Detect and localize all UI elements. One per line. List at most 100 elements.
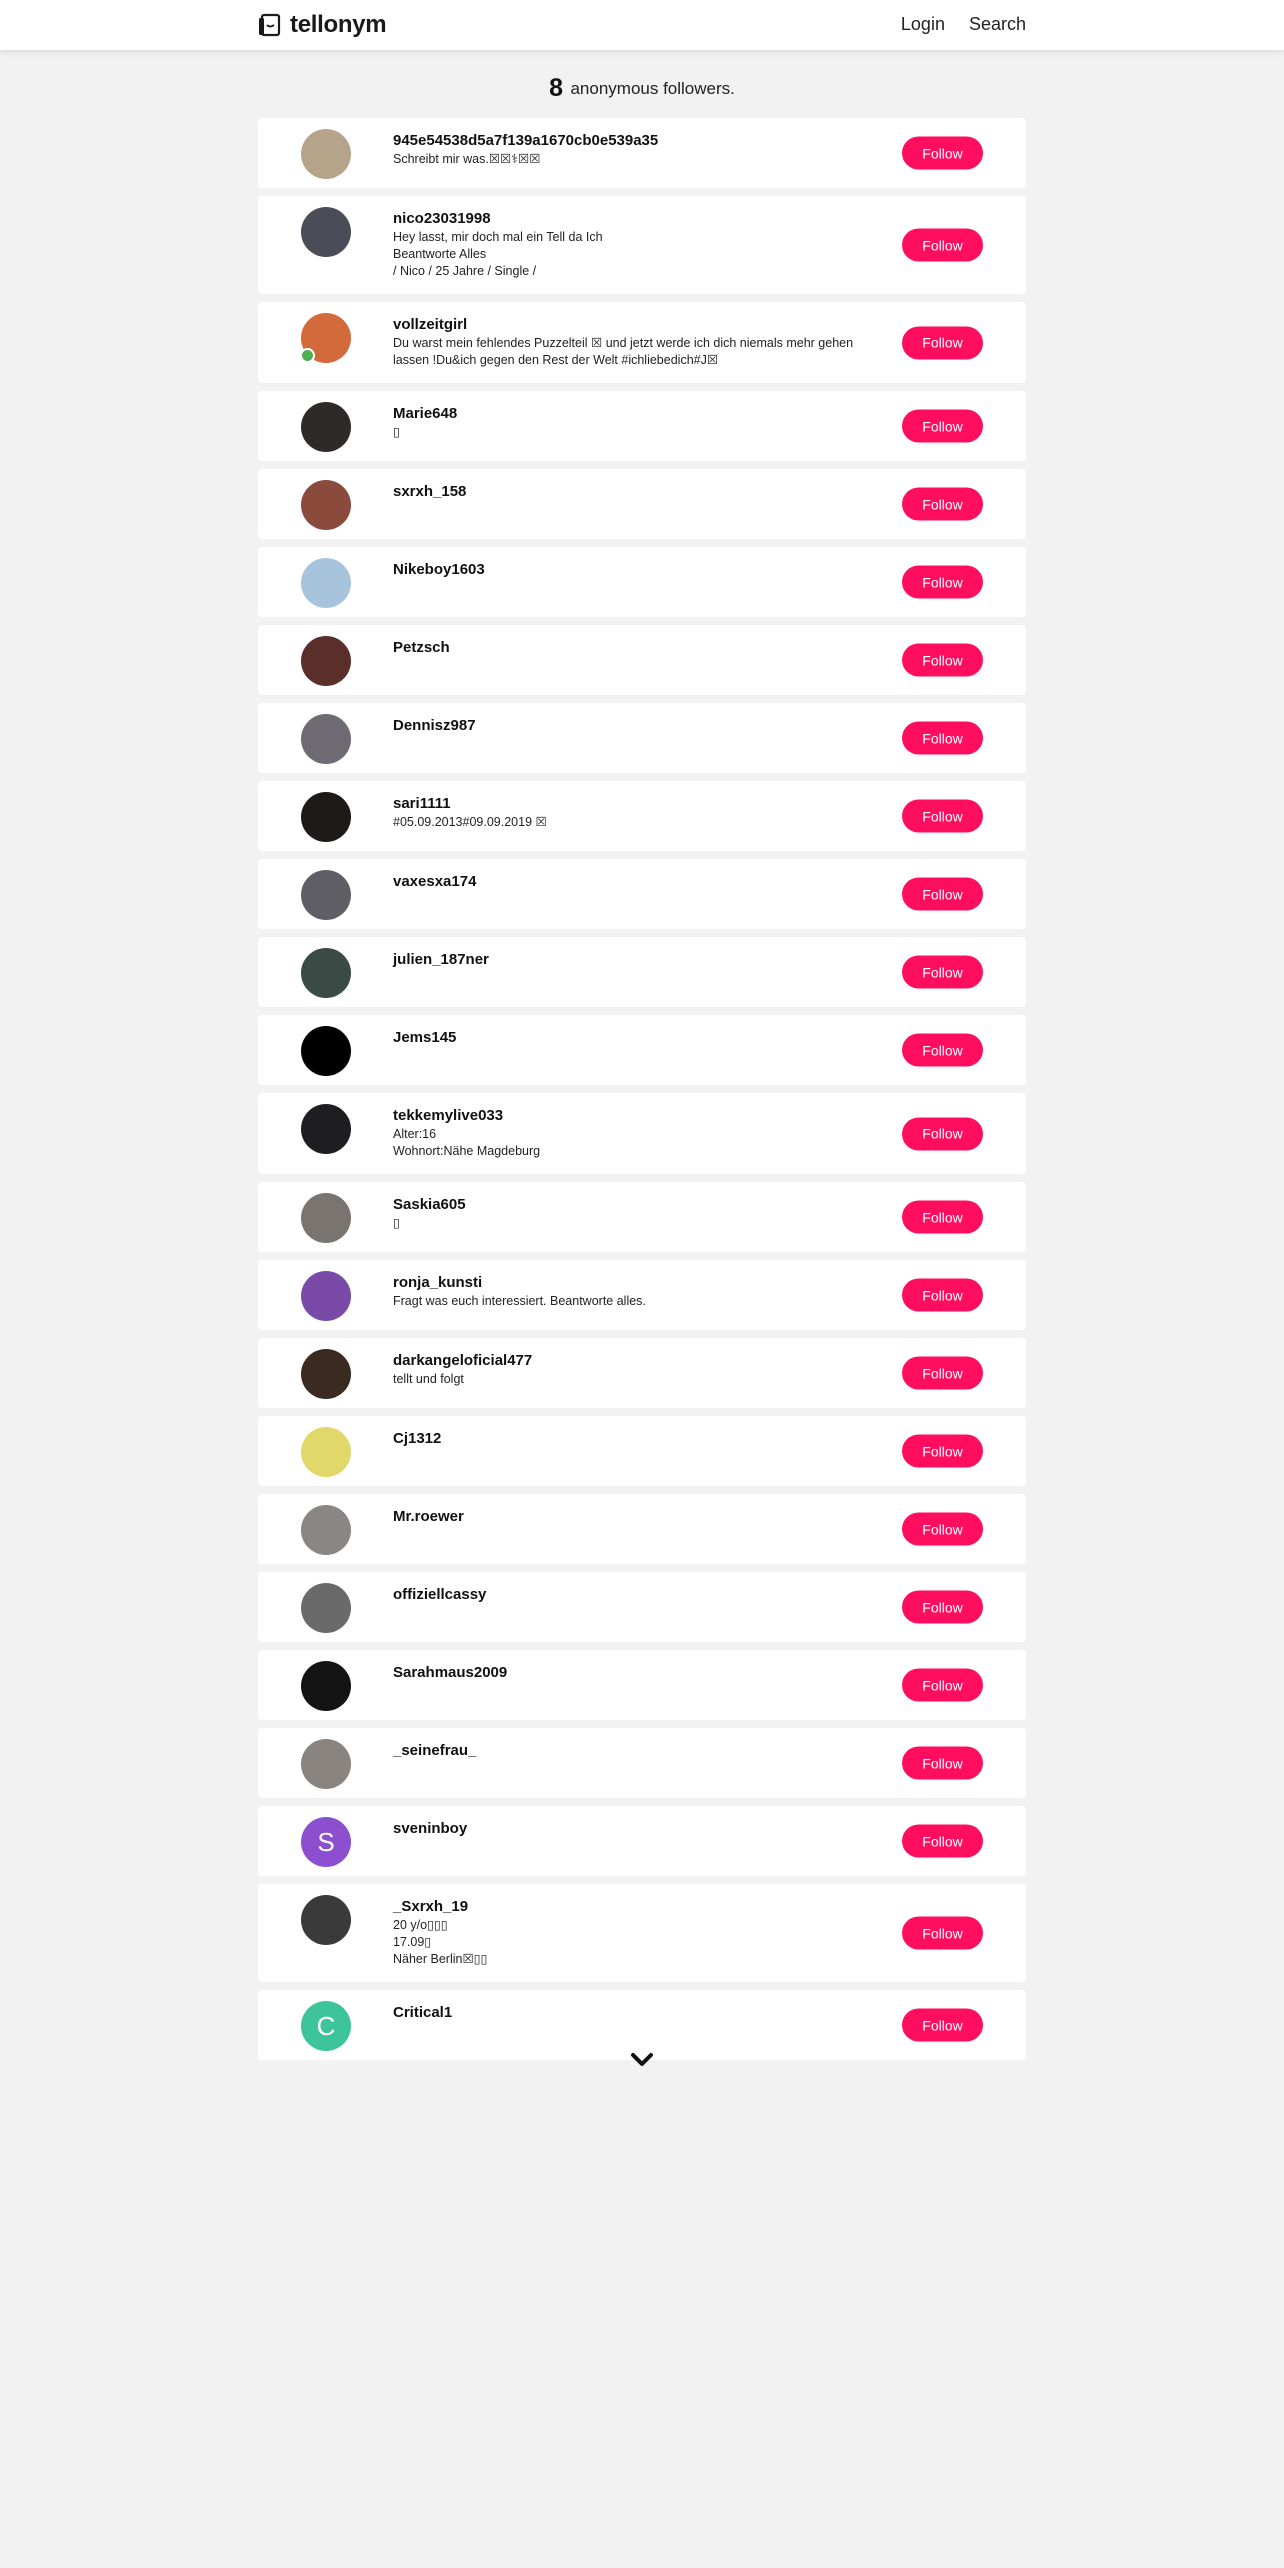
avatar[interactable] xyxy=(301,870,351,920)
follow-button[interactable]: Follow xyxy=(902,1356,983,1390)
username[interactable]: offiziellcassy xyxy=(393,1586,866,1604)
follow-button[interactable]: Follow xyxy=(902,721,983,755)
follow-button[interactable]: Follow xyxy=(902,565,983,599)
follow-button[interactable]: Follow xyxy=(902,955,983,989)
username[interactable]: darkangeloficial477 xyxy=(393,1352,866,1370)
username[interactable]: Mr.roewer xyxy=(393,1508,866,1526)
follower-card[interactable]: offiziellcassy Follow xyxy=(258,1572,1026,1642)
avatar[interactable] xyxy=(301,1895,351,1945)
follow-button[interactable]: Follow xyxy=(902,1033,983,1067)
follow-button[interactable]: Follow xyxy=(902,1590,983,1624)
follower-card[interactable]: vaxesxa174 Follow xyxy=(258,859,1026,929)
username[interactable]: vollzeitgirl xyxy=(393,316,866,334)
follower-card[interactable]: Mr.roewer Follow xyxy=(258,1494,1026,1564)
avatar[interactable] xyxy=(301,480,351,530)
username[interactable]: sxrxh_158 xyxy=(393,483,866,501)
avatar[interactable] xyxy=(301,1193,351,1243)
follower-card[interactable]: Nikeboy1603 Follow xyxy=(258,547,1026,617)
follower-card[interactable]: nico23031998 Hey lasst, mir doch mal ein … xyxy=(258,196,1026,294)
brand-logo[interactable]: tellonym xyxy=(257,11,387,39)
follow-button[interactable]: Follow xyxy=(902,877,983,911)
follow-button[interactable]: Follow xyxy=(902,1117,983,1150)
username[interactable]: Marie648 xyxy=(393,405,866,423)
avatar[interactable] xyxy=(301,1583,351,1633)
username[interactable]: Dennisz987 xyxy=(393,717,866,735)
username[interactable]: Cj1312 xyxy=(393,1430,866,1448)
avatar[interactable] xyxy=(301,792,351,842)
avatar[interactable] xyxy=(301,1505,351,1555)
follow-button[interactable]: Follow xyxy=(902,409,983,443)
avatar[interactable] xyxy=(301,1661,351,1711)
avatar[interactable] xyxy=(301,1271,351,1321)
username[interactable]: Sarahmaus2009 xyxy=(393,1664,866,1682)
username[interactable]: 945e54538d5a7f139a1670cb0e539a35 xyxy=(393,132,866,150)
username[interactable]: ronja_kunsti xyxy=(393,1274,866,1292)
username[interactable]: Petzsch xyxy=(393,639,866,657)
follower-card[interactable]: 945e54538d5a7f139a1670cb0e539a35 Schreibt… xyxy=(258,118,1026,188)
avatar[interactable]: S xyxy=(301,1817,351,1867)
username[interactable]: vaxesxa174 xyxy=(393,873,866,891)
follower-card[interactable]: sxrxh_158 Follow xyxy=(258,469,1026,539)
username[interactable]: tekkemylive033 xyxy=(393,1107,866,1125)
follower-card[interactable]: Saskia605 ▯ Follow xyxy=(258,1182,1026,1252)
avatar[interactable] xyxy=(301,1427,351,1477)
avatar[interactable]: C xyxy=(301,2001,351,2051)
avatar[interactable] xyxy=(301,129,351,179)
follower-card[interactable]: darkangeloficial477 tellt und folgt Follow xyxy=(258,1338,1026,1408)
avatar[interactable] xyxy=(301,402,351,452)
chevron-down-icon[interactable] xyxy=(630,2050,654,2070)
follower-card[interactable]: julien_187ner Follow xyxy=(258,937,1026,1007)
anonymous-followers-count: 8 xyxy=(549,74,564,102)
avatar[interactable] xyxy=(301,636,351,686)
username[interactable]: Nikeboy1603 xyxy=(393,561,866,579)
follower-card[interactable]: Petzsch Follow xyxy=(258,625,1026,695)
follower-card[interactable]: ronja_kunsti Fragt was euch interessiert.… xyxy=(258,1260,1026,1330)
username[interactable]: Saskia605 xyxy=(393,1196,866,1214)
username[interactable]: Jems145 xyxy=(393,1029,866,1047)
follow-button[interactable]: Follow xyxy=(902,643,983,677)
follow-button[interactable]: Follow xyxy=(902,1916,983,1950)
follow-button[interactable]: Follow xyxy=(902,1200,983,1234)
avatar[interactable] xyxy=(301,1739,351,1789)
follower-card[interactable]: Dennisz987 Follow xyxy=(258,703,1026,773)
follow-button[interactable]: Follow xyxy=(902,487,983,521)
follow-button[interactable]: Follow xyxy=(902,136,983,170)
avatar[interactable] xyxy=(301,1026,351,1076)
username[interactable]: julien_187ner xyxy=(393,951,866,969)
username[interactable]: Critical1 xyxy=(393,2004,866,2022)
follow-button[interactable]: Follow xyxy=(902,228,983,262)
follower-card[interactable]: sari1111 #05.09.2013#09.09.2019 ☒ Follow xyxy=(258,781,1026,851)
avatar[interactable] xyxy=(301,207,351,257)
avatar[interactable] xyxy=(301,1104,351,1154)
avatar[interactable] xyxy=(301,714,351,764)
follower-card[interactable]: Ssveninboy Follow xyxy=(258,1806,1026,1876)
avatar[interactable] xyxy=(301,1349,351,1399)
anonymous-followers-text: anonymous followers. xyxy=(570,78,735,98)
follow-button[interactable]: Follow xyxy=(902,1824,983,1858)
follower-card[interactable]: Cj1312 Follow xyxy=(258,1416,1026,1486)
follow-button[interactable]: Follow xyxy=(902,799,983,833)
username[interactable]: _Sxrxh_19 xyxy=(393,1898,866,1916)
search-link[interactable]: Search xyxy=(969,14,1026,35)
avatar[interactable] xyxy=(301,948,351,998)
avatar[interactable] xyxy=(301,558,351,608)
follow-button[interactable]: Follow xyxy=(902,326,983,359)
follower-card[interactable]: vollzeitgirl Du warst mein fehlendes Puzz… xyxy=(258,302,1026,383)
follow-button[interactable]: Follow xyxy=(902,1512,983,1546)
login-link[interactable]: Login xyxy=(901,14,945,35)
follower-card[interactable]: Jems145 Follow xyxy=(258,1015,1026,1085)
follower-card[interactable]: Marie648 ▯ Follow xyxy=(258,391,1026,461)
follower-card[interactable]: Sarahmaus2009 Follow xyxy=(258,1650,1026,1720)
follower-card[interactable]: _seinefrau_ Follow xyxy=(258,1728,1026,1798)
follow-button[interactable]: Follow xyxy=(902,1746,983,1780)
follow-button[interactable]: Follow xyxy=(902,2008,983,2042)
username[interactable]: sveninboy xyxy=(393,1820,866,1838)
username[interactable]: nico23031998 xyxy=(393,210,866,228)
follow-button[interactable]: Follow xyxy=(902,1668,983,1702)
follow-button[interactable]: Follow xyxy=(902,1434,983,1468)
username[interactable]: sari1111 xyxy=(393,795,866,813)
follow-button[interactable]: Follow xyxy=(902,1278,983,1312)
follower-card[interactable]: tekkemylive033 Alter:16 Wohnort:Nähe Magd… xyxy=(258,1093,1026,1174)
username[interactable]: _seinefrau_ xyxy=(393,1742,866,1760)
follower-card[interactable]: _Sxrxh_19 20 y/o▯▯▯ 17.09▯ Näher Berlin☒▯… xyxy=(258,1884,1026,1982)
